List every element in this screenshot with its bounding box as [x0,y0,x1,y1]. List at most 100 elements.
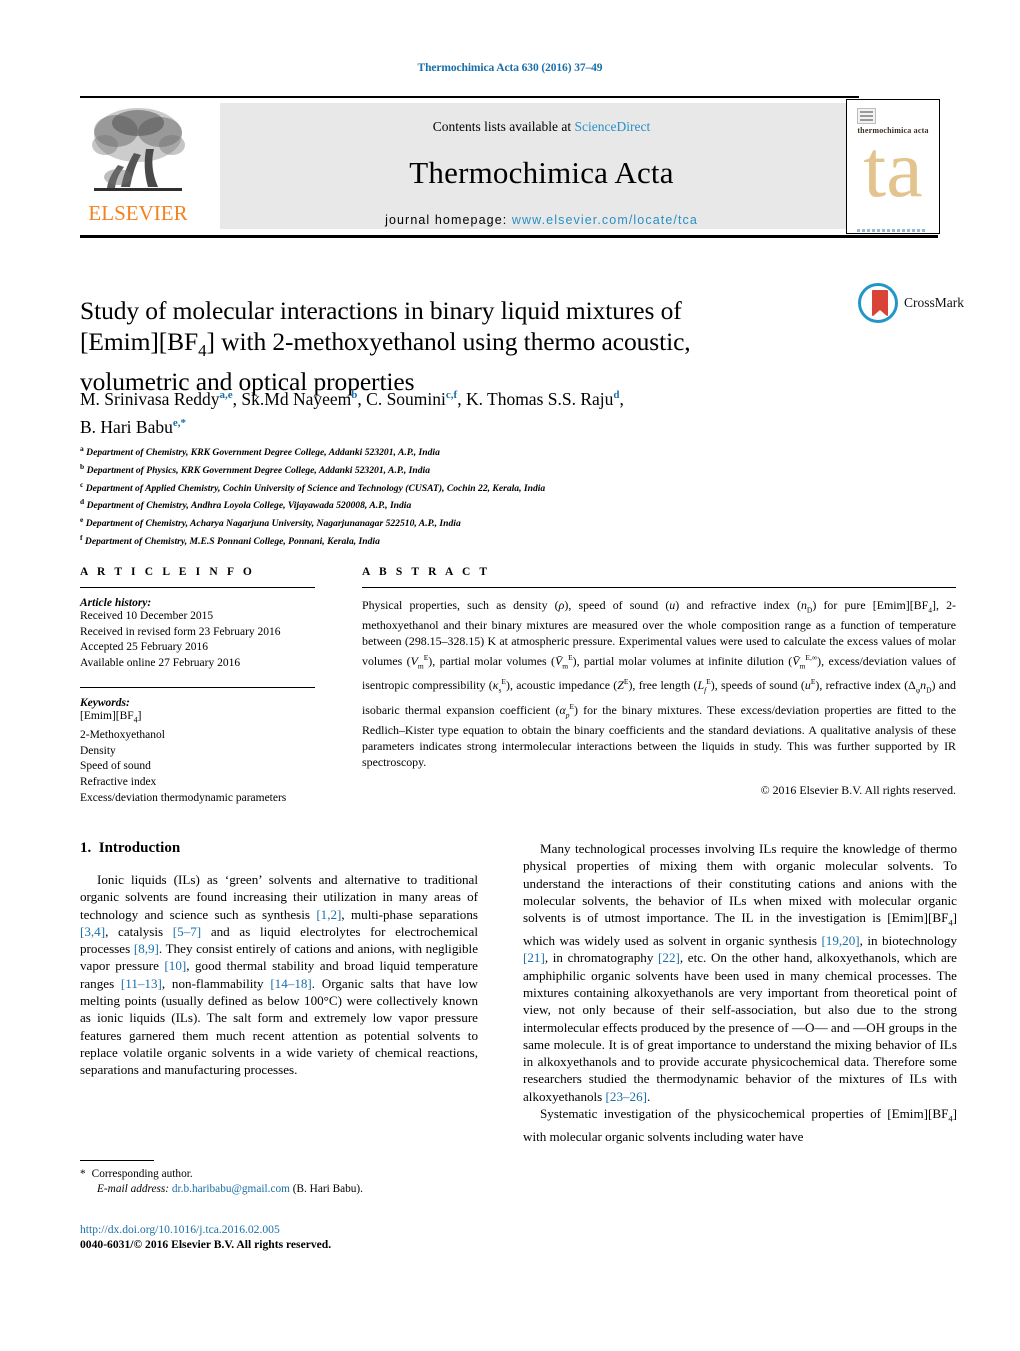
article-info-block: A R T I C L E I N F O Article history: R… [80,566,315,806]
elsevier-wordmark: ELSEVIER [88,201,188,225]
keywords-list: [Emim][BF4] 2-Methoxyethanol Density Spe… [80,709,315,806]
author-name: M. Srinivasa Reddy [80,388,220,409]
author-name: B. Hari Babu [80,416,173,437]
article-history-list: Received 10 December 2015 Received in re… [80,609,315,671]
article-info-heading: A R T I C L E I N F O [80,566,255,578]
keyword-item: [Emim][BF4] [80,710,142,725]
abstract-heading: A B S T R A C T [362,566,491,578]
page-title: Study of molecular interactions in binar… [80,295,770,397]
affiliation-text: Department of Applied Chemistry, Cochin … [85,482,546,494]
elsevier-tree-icon [88,103,188,201]
elsevier-logo[interactable]: ELSEVIER [80,103,195,231]
email-label: E-mail address: [97,1183,170,1195]
author-4: B. Hari Babue,* [80,417,186,437]
affiliation-mark: b [80,461,85,471]
footnote-rule [80,1160,154,1161]
author-affil-mark[interactable]: e,* [173,417,186,429]
doi-block: http://dx.doi.org/10.1016/j.tca.2016.02.… [80,1222,500,1252]
affiliation-list: a Department of Chemistry, KRK Governmen… [80,442,780,549]
keyword-item: Density [80,744,116,757]
author-name: Sk.Md Nayeem [241,388,352,409]
journal-homepage-link[interactable]: www.elsevier.com/locate/tca [512,213,698,227]
author-2: C. Souminic,f, [366,389,466,409]
journal-title: Thermochimica Acta [409,155,674,190]
abstract-rule [362,587,956,588]
author-affil-mark[interactable]: c,f [446,389,457,401]
cover-footer-dots [857,219,929,232]
header-rule-top [80,96,859,98]
affiliation-a: a Department of Chemistry, KRK Governmen… [80,442,780,460]
article-info-rule [80,587,315,588]
section-title: Introduction [98,840,181,856]
author-affil-mark[interactable]: a,e [220,389,233,401]
intro-paragraph-2: Many technological processes involving I… [523,841,957,1104]
sciencedirect-link[interactable]: ScienceDirect [575,119,651,134]
journal-cover-thumbnail[interactable]: thermochimica acta ta [846,99,940,234]
abstract-copyright: © 2016 Elsevier B.V. All rights reserved… [760,782,956,797]
footnote-block: * Corresponding author. E-mail address: d… [80,1167,480,1197]
running-head: Thermochimica Acta 630 (2016) 37–49 [417,62,603,74]
issn-copyright: 0040-6031/© 2016 Elsevier B.V. All right… [80,1238,332,1251]
cover-inner: thermochimica acta ta [851,104,935,232]
history-item: Accepted 25 February 2016 [80,641,209,654]
title-line-2b: ] with 2-methoxyethanol using thermo aco… [206,327,691,357]
section-number: 1. [80,840,92,856]
author-1: Sk.Md Nayeemb, [241,389,366,409]
crossmark-label: CrossMark [904,295,964,310]
title-line-2a: [Emim][BF [80,327,199,357]
keyword-item: 2-Methoxyethanol [80,729,165,742]
paper-page: Thermochimica Acta 630 (2016) 37–49 ELSE… [0,0,1020,1351]
keywords-rule [80,687,315,689]
journal-header: ELSEVIER Contents lists available at Sci… [80,99,940,234]
crossmark-icon [858,283,898,323]
journal-band: Contents lists available at ScienceDirec… [220,103,863,229]
affiliation-mark: d [80,497,85,507]
homepage-prefix: journal homepage: [385,213,512,227]
intro-paragraph-3: Systematic investigation of the physicoc… [523,1106,957,1144]
history-item: Received 10 December 2015 [80,610,214,622]
email-line: E-mail address: dr.b.haribabu@gmail.com … [80,1182,480,1197]
cover-monogram: ta [863,123,923,214]
footnote-star: * [80,1168,86,1180]
abstract-text: Physical properties, such as density (ρ)… [362,598,957,769]
cover-badge-icon [857,108,876,124]
contents-prefix: Contents lists available at [432,119,575,134]
affiliation-text: Department of Chemistry, Acharya Nagarju… [85,518,461,530]
affiliation-f: f Department of Chemistry, M.E.S Ponnani… [80,531,780,549]
affiliation-mark: f [80,532,83,542]
article-history-label: Article history: [80,597,152,609]
affiliation-text: Department of Chemistry, M.E.S Ponnani C… [84,536,380,548]
journal-homepage-line: journal homepage: www.elsevier.com/locat… [220,213,863,227]
body-column-right: Many technological processes involving I… [523,840,957,1145]
author-sep: , [357,388,367,409]
title-line-1: Study of molecular interactions in binar… [80,296,682,326]
keyword-item: Speed of sound [80,760,151,773]
affiliation-mark: a [80,444,84,453]
body-column-left: 1. Introduction Ionic liquids (ILs) as ‘… [80,840,478,1079]
abstract-block: A B S T R A C T Physical properties, suc… [362,566,956,798]
section-heading-introduction: 1. Introduction [80,840,478,857]
author-3: K. Thomas S.S. Rajud, [466,389,624,409]
author-sep: , [619,388,624,409]
contents-line: Contents lists available at ScienceDirec… [220,103,863,135]
keywords-label: Keywords: [80,697,130,710]
email-link[interactable]: dr.b.haribabu@gmail.com [172,1183,290,1195]
author-name: K. Thomas S.S. Raju [465,388,614,409]
affiliation-b: b Department of Physics, KRK Government … [80,460,780,478]
author-name: C. Soumini [366,388,446,409]
history-item: Available online 27 February 2016 [80,656,241,669]
doi-link[interactable]: http://dx.doi.org/10.1016/j.tca.2016.02.… [80,1222,500,1237]
affiliation-c: c Department of Applied Chemistry, Cochi… [80,478,780,496]
affiliation-text: Department of Chemistry, KRK Government … [86,447,440,459]
corresponding-author-line: * Corresponding author. [80,1167,480,1182]
affiliation-mark: e [80,515,84,525]
affiliation-d: d Department of Chemistry, Andhra Loyola… [80,495,780,513]
keyword-item: Refractive index [80,776,157,789]
affiliation-text: Department of Chemistry, Andhra Loyola C… [86,500,412,512]
crossmark-badge[interactable]: CrossMark [858,283,964,325]
corresponding-author-text: Corresponding author. [91,1168,193,1180]
intro-paragraph-1: Ionic liquids (ILs) as ‘green’ solvents … [80,872,479,1078]
header-rule-bottom [80,235,938,238]
affiliation-e: e Department of Chemistry, Acharya Nagar… [80,513,780,531]
author-0: M. Srinivasa Reddya,e, [80,389,241,409]
